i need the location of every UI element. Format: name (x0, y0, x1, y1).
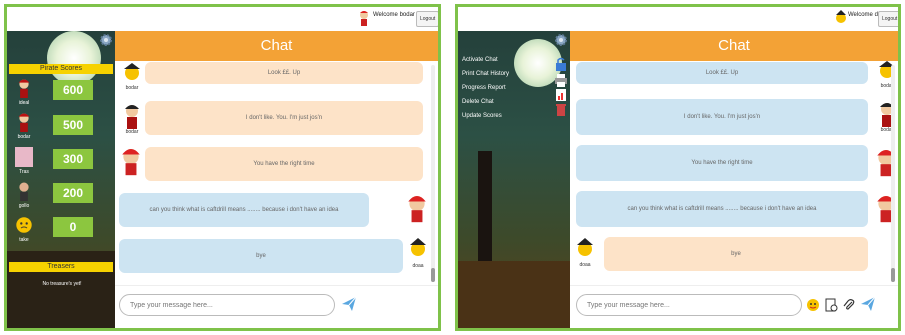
chat-title: Chat (115, 31, 438, 61)
chat-window-left: Welcome bodar Logout Pirate Scores ideal… (4, 4, 441, 331)
top-bar: Welcome doaa Logout (458, 7, 898, 31)
chat-area: Chat Look ££. Up bodar I don't like. You… (570, 31, 898, 328)
welcome-text: Welcome bodar (373, 12, 415, 18)
sender-name: bodar (125, 85, 139, 91)
scrollbar[interactable] (891, 65, 895, 282)
pirate-avatar-icon (18, 79, 30, 98)
moon (47, 31, 101, 85)
smiley-avatar-icon (16, 217, 32, 233)
scrollbar[interactable] (431, 65, 435, 282)
chat-message: Look ££. Up (145, 62, 423, 84)
chat-message: can you think what is caftdrill means ..… (119, 193, 369, 227)
score-player-name: take (19, 237, 29, 243)
top-bar: Welcome bodar Logout (7, 7, 438, 31)
pirate-avatar-icon (410, 238, 426, 256)
menu-progress-report[interactable]: Progress Report (462, 85, 506, 91)
score-player-name: ideal (18, 100, 30, 106)
delete-icon[interactable] (555, 103, 567, 117)
chat-message: bye (119, 239, 403, 273)
chat-area: Chat bodar Look ££. Up bodar I don't lik… (115, 31, 438, 328)
pirate-avatar-icon (125, 105, 139, 129)
score-player-name: bodar (17, 134, 31, 140)
treasures-empty-text: No treasure's yet! (42, 281, 82, 287)
logout-button[interactable]: Logout (416, 11, 438, 27)
menu-delete-chat[interactable]: Delete Chat (462, 99, 494, 105)
chat-message: bye (604, 237, 868, 271)
sender-name: doaa (579, 262, 591, 268)
pirate-avatar-icon (577, 238, 593, 256)
user-avatar-icon (836, 10, 846, 23)
message-composer (115, 285, 438, 328)
sender-name: bodar (125, 129, 139, 135)
score-player-name: Tras (19, 169, 29, 175)
score-value: 500 (53, 115, 93, 135)
chat-window-right: Welcome doaa Logout Activate Chat Print … (455, 4, 901, 331)
chat-title: Chat (570, 31, 898, 61)
menu-print-chat-history[interactable]: Print Chat History (462, 71, 509, 77)
message-list: Look ££. Up bodar I don't like. You. I'm… (570, 61, 898, 286)
pirate-avatar-icon (408, 196, 426, 223)
avatar (15, 147, 33, 167)
score-value: 300 (53, 149, 93, 169)
send-icon[interactable] (860, 296, 876, 312)
score-value: 200 (53, 183, 93, 203)
scrollbar-thumb[interactable] (431, 268, 435, 282)
print-icon[interactable] (555, 73, 567, 87)
chat-message: Look ££. Up (576, 62, 868, 84)
message-input[interactable] (576, 294, 802, 316)
logout-button[interactable]: Logout (878, 11, 898, 27)
chat-message: I don't like. You. I'm just jos'n (145, 101, 423, 135)
send-icon[interactable] (341, 296, 357, 312)
score-player-name: gollo (18, 203, 30, 209)
chat-message: can you think what is caftdrill means ..… (576, 191, 868, 227)
scrollbar-thumb[interactable] (891, 268, 895, 282)
pirate-avatar-icon (19, 182, 29, 201)
sender-name: doaa (412, 263, 424, 269)
report-icon[interactable] (555, 88, 567, 102)
unlock-icon[interactable] (555, 57, 567, 71)
attachment-icon[interactable] (842, 298, 856, 312)
message-list: bodar Look ££. Up bodar I don't like. Yo… (115, 61, 438, 286)
score-value: 0 (53, 217, 93, 237)
user-avatar-icon (360, 11, 368, 26)
pirate-scores-title: Pirate Scores (9, 64, 113, 74)
message-input[interactable] (119, 294, 335, 316)
menu-activate-chat[interactable]: Activate Chat (462, 57, 498, 63)
pirate-avatar-icon (122, 149, 140, 176)
menu-update-scores[interactable]: Update Scores (462, 113, 502, 119)
chat-message: I don't like. You. I'm just jos'n (576, 99, 868, 135)
chat-message: You have the right time (576, 145, 868, 181)
chat-message: You have the right time (145, 147, 423, 181)
document-icon[interactable] (824, 298, 838, 312)
pirate-avatar-icon (18, 113, 30, 132)
message-composer (570, 285, 898, 328)
gear-icon[interactable] (554, 33, 568, 47)
score-value: 600 (53, 80, 93, 100)
emoji-icon[interactable] (806, 298, 820, 312)
gear-icon[interactable] (99, 33, 113, 47)
treasures-title: Treasers (9, 262, 113, 272)
